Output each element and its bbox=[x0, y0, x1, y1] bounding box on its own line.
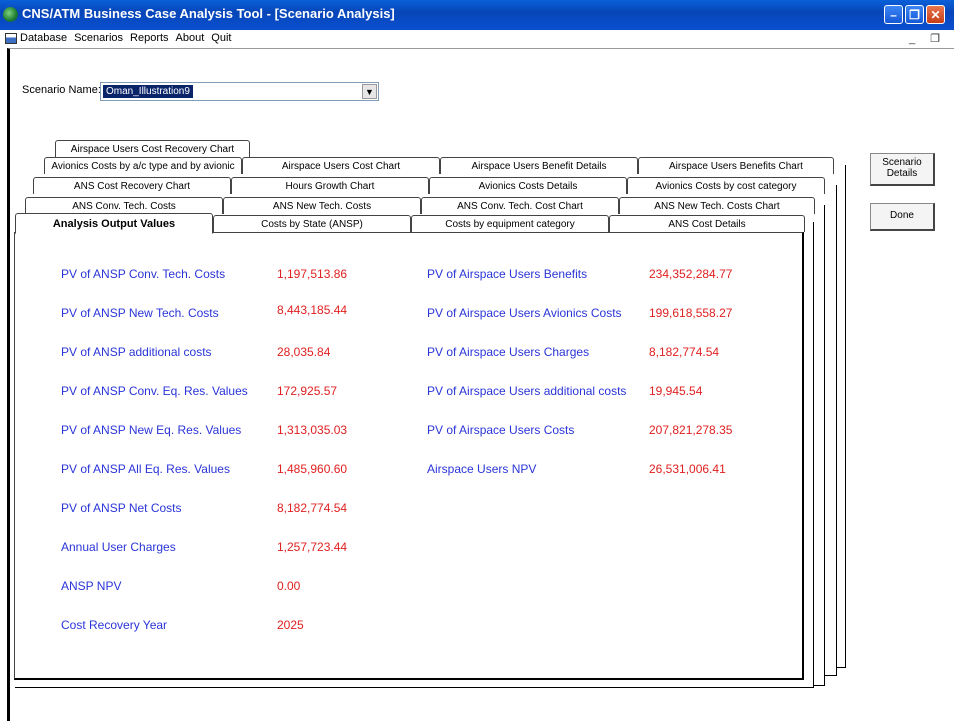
close-button[interactable]: ✕ bbox=[926, 5, 945, 24]
done-label: Done bbox=[890, 210, 914, 221]
menu-quit[interactable]: Quit bbox=[211, 32, 231, 44]
right-label-6: Airspace Users NPV bbox=[427, 462, 537, 476]
tab-airspace-users-cost-recovery-chart[interactable]: Airspace Users Cost Recovery Chart bbox=[55, 140, 250, 157]
scenario-name-label: Scenario Name: bbox=[22, 84, 101, 96]
left-label-5: PV of ANSP New Eq. Res. Values bbox=[61, 423, 242, 437]
chevron-down-icon[interactable]: ▼ bbox=[362, 84, 377, 99]
left-label-6: PV of ANSP All Eq. Res. Values bbox=[61, 462, 230, 476]
tab-costs-by-state-ansp[interactable]: Costs by State (ANSP) bbox=[213, 215, 411, 232]
globe-icon bbox=[3, 7, 18, 22]
tab-ans-conv-tech-cost-chart[interactable]: ANS Conv. Tech. Cost Chart bbox=[421, 197, 619, 214]
left-value-9: 0.00 bbox=[277, 579, 301, 593]
right-label-5: PV of Airspace Users Costs bbox=[427, 423, 575, 437]
left-label-1: PV of ANSP Conv. Tech. Costs bbox=[61, 267, 226, 281]
document-icon[interactable] bbox=[5, 33, 17, 44]
left-value-2: 8,443,185.44 bbox=[277, 303, 348, 317]
left-label-10: Cost Recovery Year bbox=[61, 618, 168, 632]
tab-avionics-costs-by-type[interactable]: Avionics Costs by a/c type and by avioni… bbox=[44, 157, 242, 174]
right-value-1: 234,352,284.77 bbox=[649, 267, 733, 281]
left-value-4: 172,925.57 bbox=[277, 384, 338, 398]
right-value-5: 207,821,278.35 bbox=[649, 423, 733, 437]
restore-button[interactable]: ❐ bbox=[905, 5, 924, 24]
menu-database[interactable]: Database bbox=[20, 32, 67, 44]
window-title: CNS/ATM Business Case Analysis Tool - [S… bbox=[22, 6, 395, 21]
right-label-4: PV of Airspace Users additional costs bbox=[427, 384, 627, 398]
right-label-2: PV of Airspace Users Avionics Costs bbox=[427, 306, 622, 320]
right-label-3: PV of Airspace Users Charges bbox=[427, 345, 590, 359]
left-label-3: PV of ANSP additional costs bbox=[61, 345, 212, 359]
right-value-2: 199,618,558.27 bbox=[649, 306, 733, 320]
title-bar[interactable]: CNS/ATM Business Case Analysis Tool - [S… bbox=[0, 0, 954, 30]
scenario-details-label: Scenario Details bbox=[882, 157, 922, 179]
tab-ans-new-tech-costs[interactable]: ANS New Tech. Costs bbox=[223, 197, 421, 214]
left-value-5: 1,313,035.03 bbox=[277, 423, 348, 437]
menu-about[interactable]: About bbox=[176, 32, 205, 44]
tab-airspace-users-benefits-chart[interactable]: Airspace Users Benefits Chart bbox=[638, 157, 834, 174]
left-label-9: ANSP NPV bbox=[61, 579, 122, 593]
left-value-6: 1,485,960.60 bbox=[277, 462, 348, 476]
right-value-3: 8,182,774.54 bbox=[649, 345, 720, 359]
menu-reports[interactable]: Reports bbox=[130, 32, 169, 44]
left-label-7: PV of ANSP Net Costs bbox=[61, 501, 182, 515]
tab-costs-by-equipment-category[interactable]: Costs by equipment category bbox=[411, 215, 609, 232]
tab-hours-growth-chart[interactable]: Hours Growth Chart bbox=[231, 177, 429, 194]
left-label-2: PV of ANSP New Tech. Costs bbox=[61, 306, 219, 320]
left-value-10: 2025 bbox=[277, 618, 304, 632]
tab-avionics-costs-by-cost-category[interactable]: Avionics Costs by cost category bbox=[627, 177, 825, 194]
minimize-button[interactable]: – bbox=[884, 5, 903, 24]
left-value-7: 8,182,774.54 bbox=[277, 501, 348, 515]
left-value-1: 1,197,513.86 bbox=[277, 267, 348, 281]
analysis-output-panel: PV of ANSP Conv. Tech. Costs 1,197,513.8… bbox=[14, 232, 804, 680]
tab-airspace-users-cost-chart[interactable]: Airspace Users Cost Chart bbox=[242, 157, 440, 174]
left-value-8: 1,257,723.44 bbox=[277, 540, 348, 554]
tab-analysis-output-values[interactable]: Analysis Output Values bbox=[15, 213, 213, 234]
menu-scenarios[interactable]: Scenarios bbox=[74, 32, 123, 44]
right-label-1: PV of Airspace Users Benefits bbox=[427, 267, 588, 281]
left-label-8: Annual User Charges bbox=[61, 540, 176, 554]
left-value-3: 28,035.84 bbox=[277, 345, 331, 359]
tab-ans-conv-tech-costs[interactable]: ANS Conv. Tech. Costs bbox=[25, 197, 223, 214]
scenario-details-button[interactable]: Scenario Details bbox=[870, 153, 935, 186]
done-button[interactable]: Done bbox=[870, 203, 935, 231]
scenario-name-value: Oman_Illustration9 bbox=[103, 85, 193, 98]
left-label-4: PV of ANSP Conv. Eq. Res. Values bbox=[61, 384, 248, 398]
tab-ans-cost-recovery-chart[interactable]: ANS Cost Recovery Chart bbox=[33, 177, 231, 194]
tab-ans-cost-details[interactable]: ANS Cost Details bbox=[609, 215, 805, 232]
app-window: CNS/ATM Business Case Analysis Tool - [S… bbox=[0, 0, 954, 721]
mdi-window-controls[interactable]: _ ❐ bbox=[909, 32, 946, 45]
right-value-6: 26,531,006.41 bbox=[649, 462, 726, 476]
tab-ans-new-tech-costs-chart[interactable]: ANS New Tech. Costs Chart bbox=[619, 197, 815, 214]
tab-airspace-users-benefit-details[interactable]: Airspace Users Benefit Details bbox=[440, 157, 638, 174]
right-value-4: 19,945.54 bbox=[649, 384, 703, 398]
menu-bar: Database Scenarios Reports About Quit _ … bbox=[0, 30, 954, 48]
tab-avionics-costs-details[interactable]: Avionics Costs Details bbox=[429, 177, 627, 194]
scenario-name-dropdown[interactable]: Oman_Illustration9 ▼ bbox=[100, 82, 379, 101]
